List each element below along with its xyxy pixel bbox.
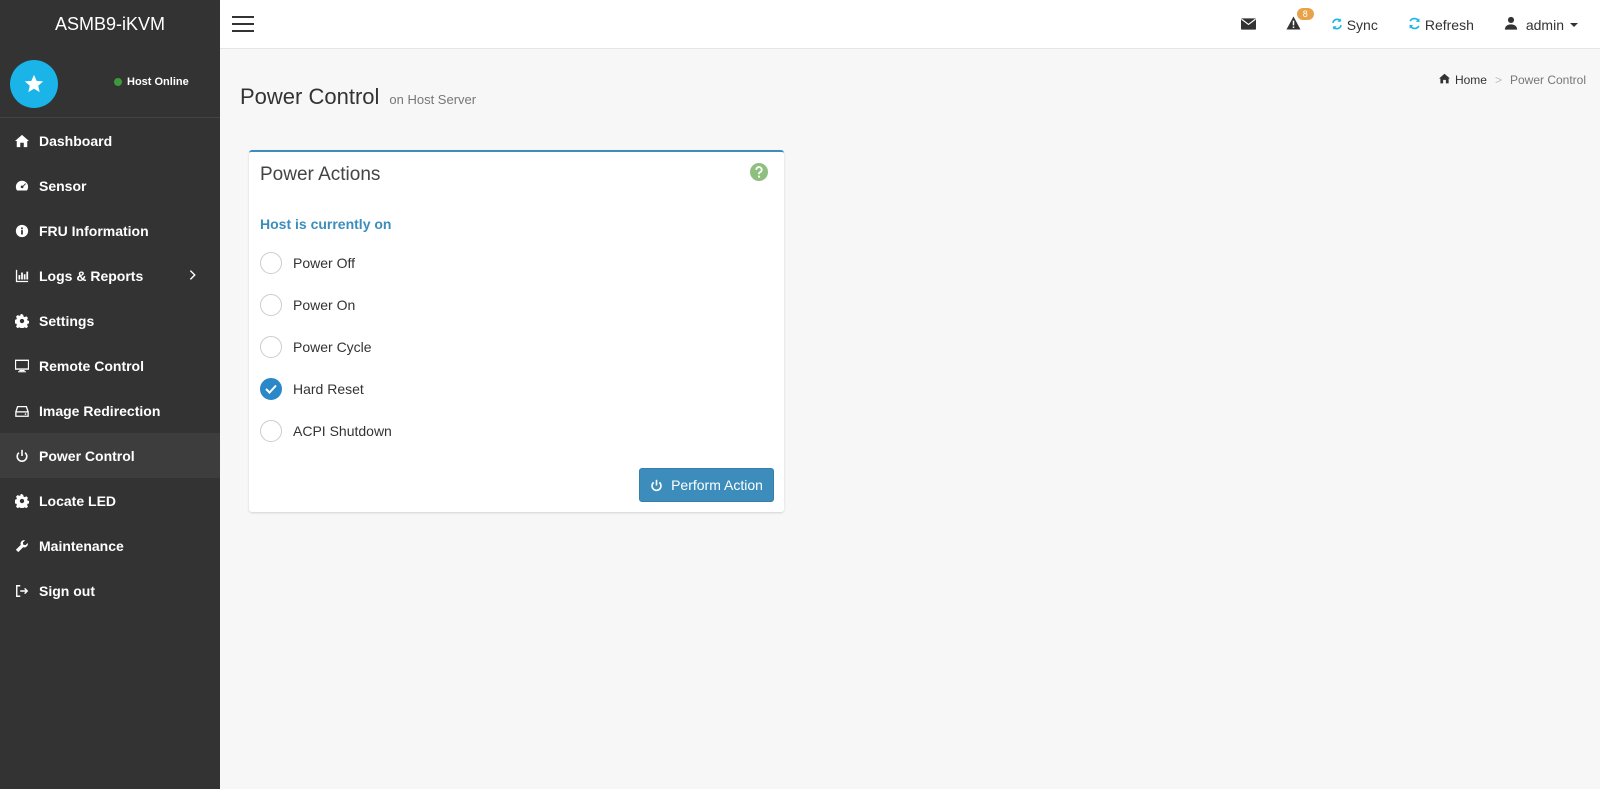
- sync-icon: [1331, 17, 1343, 33]
- hdd-icon: [15, 404, 29, 418]
- radio-button[interactable]: [260, 252, 282, 274]
- panel-title: Power Actions: [260, 164, 381, 185]
- navbar-actions: 8 Sync Refresh admin: [1226, 0, 1600, 49]
- refresh-icon: [1408, 17, 1421, 33]
- sidebar-item-power-control[interactable]: Power Control: [0, 433, 220, 478]
- wrench-icon: [15, 539, 29, 553]
- sidebar-item-dashboard[interactable]: Dashboard: [0, 118, 220, 163]
- status-dot-icon: [114, 78, 122, 86]
- checkmark-icon: [265, 384, 277, 394]
- breadcrumb-separator: >: [1494, 73, 1502, 87]
- info-icon: [15, 224, 29, 238]
- sidebar-nav: Dashboard Sensor FRU Information Logs & …: [0, 118, 220, 613]
- page-subtitle: on Host Server: [389, 92, 477, 107]
- bar-chart-icon: [15, 269, 29, 283]
- user-menu[interactable]: admin: [1489, 0, 1600, 49]
- page-header: Power Control on Host Server: [240, 84, 476, 110]
- chevron-right-icon: [186, 268, 200, 282]
- dashboard-icon: [15, 179, 29, 193]
- alerts-button[interactable]: 8: [1271, 0, 1316, 49]
- user-label: admin: [1525, 16, 1564, 33]
- radio-power-on[interactable]: Power On: [260, 294, 355, 316]
- radio-label: ACPI Shutdown: [293, 423, 392, 439]
- caret-down-icon: [1570, 22, 1578, 27]
- radio-label: Power On: [293, 297, 356, 313]
- sidebar-item-label: Image Redirection: [39, 402, 161, 419]
- sidebar-item-label: Power Control: [39, 447, 135, 464]
- host-status-label: Host Online: [127, 76, 189, 88]
- power-actions-panel: Power Actions Host is currently on Power…: [249, 150, 784, 512]
- messages-button[interactable]: [1226, 0, 1271, 49]
- sidebar-item-sensor[interactable]: Sensor: [0, 163, 220, 208]
- notification-badge: 8: [1296, 8, 1314, 20]
- refresh-button[interactable]: Refresh: [1393, 0, 1489, 49]
- sidebar-item-fru-information[interactable]: FRU Information: [0, 208, 220, 253]
- gear-icon: [15, 313, 29, 328]
- perform-action-label: Perform Action: [671, 477, 763, 493]
- user-icon: [1504, 16, 1518, 33]
- refresh-label: Refresh: [1424, 16, 1474, 33]
- monitor-icon: [15, 359, 29, 373]
- host-status: Host Online: [114, 76, 189, 88]
- hamburger-menu-icon[interactable]: [232, 16, 254, 34]
- gear-icon: [15, 493, 29, 508]
- envelope-icon: [1240, 17, 1256, 33]
- radio-label: Power Cycle: [293, 339, 372, 355]
- sidebar-item-label: Settings: [39, 312, 95, 329]
- radio-label: Power Off: [293, 255, 355, 271]
- sync-label: Sync: [1346, 16, 1378, 33]
- brand-title[interactable]: ASMB9-iKVM: [0, 0, 220, 49]
- breadcrumb-current: Power Control: [1509, 73, 1586, 87]
- sidebar-item-label: Sensor: [39, 177, 87, 194]
- sidebar-item-label: Dashboard: [39, 132, 113, 149]
- sidebar-item-image-redirection[interactable]: Image Redirection: [0, 388, 220, 433]
- radio-hard-reset[interactable]: Hard Reset: [260, 378, 364, 400]
- sidebar-item-label: Locate LED: [39, 492, 117, 509]
- sidebar-item-label: Remote Control: [39, 357, 144, 374]
- sidebar-item-label: Maintenance: [39, 537, 124, 554]
- breadcrumb-home-link[interactable]: Home: [1455, 73, 1487, 87]
- radio-button-checked[interactable]: [260, 378, 282, 400]
- radio-button[interactable]: [260, 336, 282, 358]
- sidebar-item-sign-out[interactable]: Sign out: [0, 568, 220, 613]
- power-icon: [651, 479, 662, 491]
- sidebar-item-label: FRU Information: [39, 222, 149, 239]
- host-state-text: Host is currently on: [260, 216, 392, 232]
- page-title: Power Control: [240, 84, 380, 109]
- radio-power-off[interactable]: Power Off: [260, 252, 355, 274]
- radio-label: Hard Reset: [293, 381, 364, 397]
- power-icon: [15, 449, 29, 463]
- sidebar: ASMB9-iKVM Host Online Dashboard Sensor …: [0, 0, 220, 789]
- radio-button[interactable]: [260, 294, 282, 316]
- sign-out-icon: [15, 584, 29, 598]
- star-icon: [10, 60, 58, 108]
- top-navbar: 8 Sync Refresh admin: [220, 0, 1600, 49]
- home-icon: [1438, 73, 1450, 87]
- sidebar-item-logs-reports[interactable]: Logs & Reports: [0, 253, 220, 298]
- sidebar-item-remote-control[interactable]: Remote Control: [0, 343, 220, 388]
- radio-acpi-shutdown[interactable]: ACPI Shutdown: [260, 420, 392, 442]
- home-icon: [15, 134, 29, 148]
- perform-action-button[interactable]: Perform Action: [639, 468, 774, 502]
- sync-button[interactable]: Sync: [1316, 0, 1393, 49]
- sidebar-item-label: Logs & Reports: [39, 267, 144, 284]
- user-panel: Host Online: [0, 49, 220, 118]
- sidebar-item-settings[interactable]: Settings: [0, 298, 220, 343]
- radio-button[interactable]: [260, 420, 282, 442]
- breadcrumb: Home > Power Control: [1438, 73, 1586, 87]
- radio-power-cycle[interactable]: Power Cycle: [260, 336, 372, 358]
- help-icon[interactable]: [750, 163, 768, 181]
- sidebar-item-label: Sign out: [39, 582, 95, 599]
- sidebar-item-locate-led[interactable]: Locate LED: [0, 478, 220, 523]
- sidebar-item-maintenance[interactable]: Maintenance: [0, 523, 220, 568]
